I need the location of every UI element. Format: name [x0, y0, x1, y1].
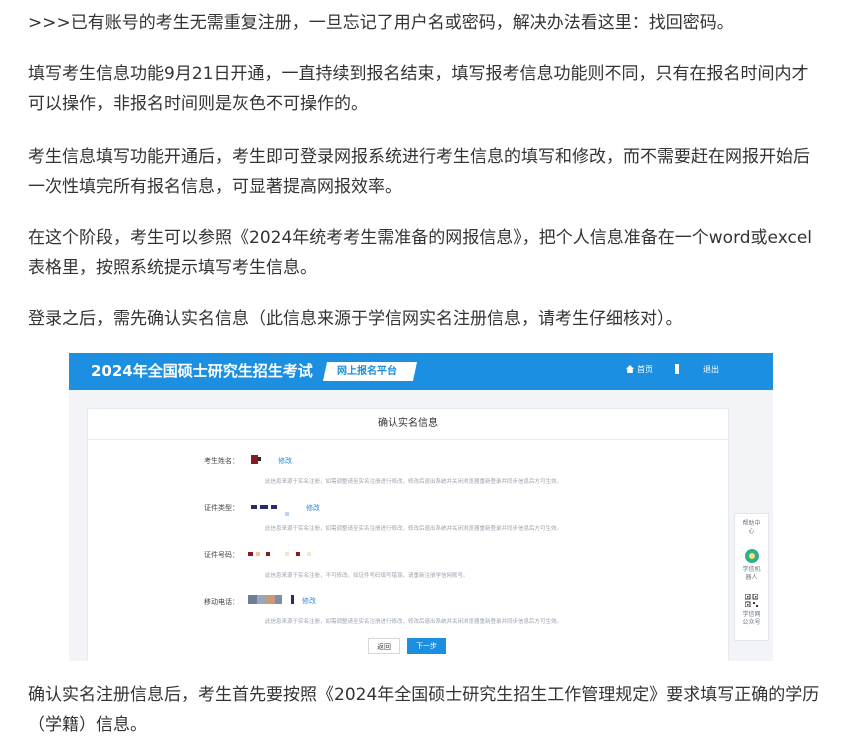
- row-note-name: 此信息来源于实名注册，如需调整请至实名注册进行修改，修改后退出系统并关闭浏览器重…: [265, 479, 563, 485]
- next-step-button[interactable]: 下一步: [407, 638, 446, 654]
- site-title: 2024年全国硕士研究生招生考试: [91, 362, 313, 380]
- confirm-card: 确认实名信息 考生姓名： 修改 此信息来源于实名注册，如需调整请至实名注册进行修…: [87, 408, 729, 661]
- article-paragraph-1: >>>已有账号的考生无需重复注册，一旦忘记了用户名或密码，解决办法看这里：找回密…: [28, 13, 734, 33]
- row-note-id-type: 此信息来源于实名注册，如需调整请至实名注册进行修改，修改后退出系统并关闭浏览器重…: [265, 526, 563, 532]
- edit-mobile-link[interactable]: 修改: [302, 596, 316, 606]
- edit-name-link[interactable]: 修改: [278, 456, 292, 466]
- row-label-name: 考生姓名：: [204, 457, 239, 465]
- user-icon: [675, 364, 679, 374]
- redacted-name-2: [258, 457, 261, 461]
- redacted-id-type-1: [251, 505, 257, 509]
- redacted-id-num-6: [307, 552, 311, 556]
- redacted-id-type-3: [271, 505, 277, 509]
- redacted-id-num-5: [296, 552, 300, 556]
- side-tools-panel: 帮助中心 学信机器人 学信网公众号: [734, 513, 769, 641]
- redacted-id-type-2: [260, 505, 268, 509]
- redacted-mobile-1: [248, 595, 257, 604]
- qr-label: 学信网公众号: [742, 611, 761, 626]
- header-bar: 2024年全国硕士研究生招生考试 网上报名平台 首页 退出: [69, 353, 773, 390]
- article-paragraph-3: 考生信息填写功能开通后，考生即可登录网报系统进行考生信息的填写和修改，而不需要赶…: [28, 147, 810, 197]
- qr-code-icon[interactable]: [745, 594, 758, 607]
- row-note-id-number: 此信息来源于实名注册，不可修改。如证件号码填写错误，请重新注册学信网账号。: [265, 573, 469, 579]
- article-paragraph-5: 登录之后，需先确认实名信息（此信息来源于学信网实名注册信息，请考生仔细核对）。: [28, 309, 683, 329]
- redacted-mobile-5: [291, 595, 294, 604]
- row-label-id-number: 证件号码：: [204, 551, 239, 559]
- row-note-mobile: 此信息来源于实名注册，如需调整请至实名注册进行修改，修改后退出系统并关闭浏览器重…: [265, 619, 563, 625]
- robot-label: 学信机器人: [742, 566, 761, 581]
- card-title: 确认实名信息: [88, 409, 728, 440]
- platform-tag-label: 网上报名平台: [337, 366, 397, 377]
- redacted-id-num-4: [285, 552, 289, 556]
- nav-home[interactable]: 首页: [626, 363, 653, 377]
- back-button[interactable]: 返回: [368, 638, 400, 654]
- redacted-id-num-2: [256, 552, 260, 556]
- home-icon: [626, 365, 634, 373]
- redacted-mobile-4: [275, 595, 282, 604]
- article-paragraph-6: 确认实名注册信息后，考生首先要按照《2024年全国硕士研究生招生工作管理规定》要…: [28, 685, 820, 735]
- redacted-id-num-1: [248, 552, 253, 556]
- redacted-id-type-4: [285, 512, 289, 516]
- row-label-mobile: 移动电话：: [204, 598, 239, 606]
- nav-home-label: 首页: [637, 365, 653, 374]
- redacted-id-num-3: [266, 552, 270, 556]
- help-center-link[interactable]: 帮助中心: [735, 520, 768, 536]
- robot-icon[interactable]: [745, 549, 759, 563]
- platform-tag: 网上报名平台: [322, 362, 418, 381]
- redacted-mobile-3: [266, 595, 275, 604]
- edit-id-type-link[interactable]: 修改: [306, 503, 320, 513]
- redacted-mobile-2: [257, 595, 266, 604]
- redacted-name: [251, 455, 258, 464]
- article-paragraph-4: 在这个阶段，考生可以参照《2024年统考考生需准备的网报信息》，把个人信息准备在…: [28, 228, 812, 278]
- article-paragraph-2: 填写考生信息功能9月21日开通，一直持续到报名结束，填写报考信息功能则不同，只有…: [28, 64, 809, 114]
- nav-logout[interactable]: 退出: [703, 363, 719, 377]
- confirm-identity-screenshot: 2024年全国硕士研究生招生考试 网上报名平台 首页 退出 确认实名信息 考生姓…: [69, 353, 773, 661]
- row-label-id-type: 证件类型：: [204, 504, 239, 512]
